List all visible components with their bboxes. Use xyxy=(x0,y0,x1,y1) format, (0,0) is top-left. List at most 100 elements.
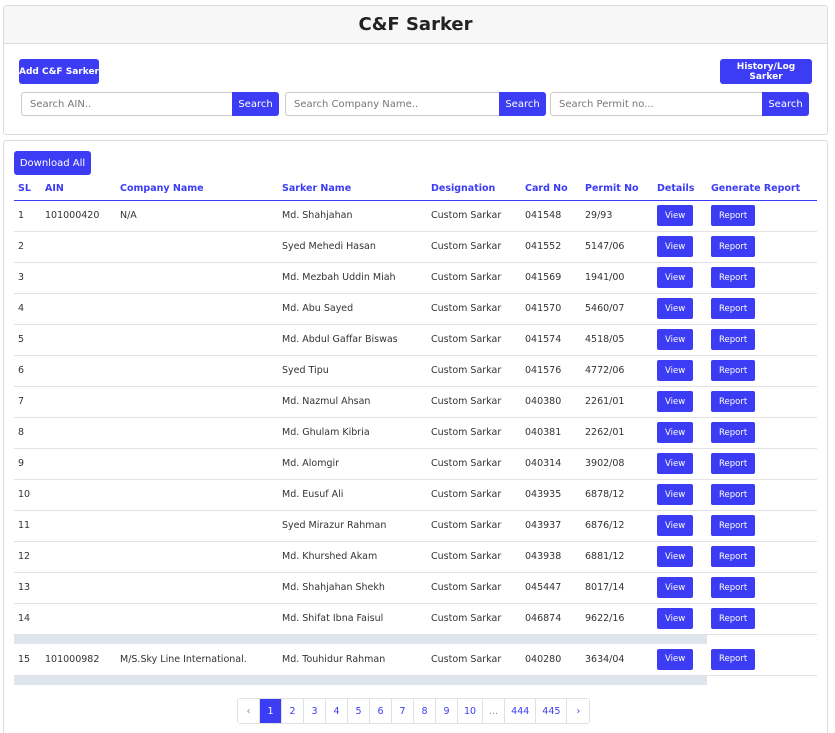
permit-search-button[interactable]: Search xyxy=(762,92,809,116)
view-button[interactable]: View xyxy=(657,484,694,505)
table-row: 12 Md. Khurshed Akam Custom Sarkar 043938 68… xyxy=(14,541,817,573)
report-button[interactable]: Report xyxy=(711,298,756,319)
cell-card-no: 040280 xyxy=(521,644,581,676)
report-button[interactable]: Report xyxy=(711,422,756,443)
company-search-button[interactable]: Search xyxy=(499,92,546,116)
view-button-cell: View xyxy=(653,324,707,356)
cell-card-no: 041548 xyxy=(521,200,581,232)
cell-sl: 12 xyxy=(14,541,41,573)
add-sarker-button[interactable]: Add C&F Sarker xyxy=(19,59,99,84)
cell-sarker-name: Syed Mehedi Hasan xyxy=(278,231,427,263)
cell-card-no: 041552 xyxy=(521,231,581,263)
cell-permit-no: 4772/06 xyxy=(581,355,653,387)
view-button[interactable]: View xyxy=(657,267,694,288)
report-button[interactable]: Report xyxy=(711,484,756,505)
cell-designation: Custom Sarkar xyxy=(427,200,521,232)
header-ain: AIN xyxy=(41,177,116,201)
cell-designation: Custom Sarkar xyxy=(427,541,521,573)
pagination-page[interactable]: 2 xyxy=(282,699,304,723)
table-row: 9 Md. Alomgir Custom Sarkar 040314 3902/08 Vi… xyxy=(14,448,817,480)
cell-ain xyxy=(41,293,116,325)
report-button[interactable]: Report xyxy=(711,391,756,412)
cell-permit-no: 6881/12 xyxy=(581,541,653,573)
permit-search-input[interactable] xyxy=(550,92,762,116)
table-row: 7 Md. Nazmul Ahsan Custom Sarkar 040380 2261… xyxy=(14,386,817,418)
cell-company-name: M/S.Sky Line International. xyxy=(116,644,278,676)
view-button[interactable]: View xyxy=(657,422,694,443)
table-row: 6 Syed Tipu Custom Sarkar 041576 4772/06 View… xyxy=(14,355,817,387)
report-button[interactable]: Report xyxy=(711,577,756,598)
report-button[interactable]: Report xyxy=(711,608,756,629)
header-company-name: Company Name xyxy=(116,177,278,201)
report-button[interactable]: Report xyxy=(711,329,756,350)
table-row: 10 Md. Eusuf Ali Custom Sarkar 043935 6878/1… xyxy=(14,479,817,511)
pagination-page[interactable]: 445 xyxy=(536,699,568,723)
report-button[interactable]: Report xyxy=(711,267,756,288)
history-log-button[interactable]: History/Log Sarker xyxy=(720,59,812,84)
ain-search-input[interactable] xyxy=(21,92,232,116)
pagination-page[interactable]: 9 xyxy=(436,699,458,723)
pagination-page[interactable]: 8 xyxy=(414,699,436,723)
pagination-page[interactable]: 444 xyxy=(505,699,537,723)
view-button[interactable]: View xyxy=(657,577,694,598)
ain-search-button[interactable]: Search xyxy=(232,92,279,116)
view-button[interactable]: View xyxy=(657,205,694,226)
pagination-page[interactable]: 3 xyxy=(304,699,326,723)
view-button[interactable]: View xyxy=(657,648,694,670)
view-button-cell: View xyxy=(653,541,707,573)
page-header: C&F Sarker xyxy=(4,6,827,44)
cell-permit-no: 29/93 xyxy=(581,200,653,232)
report-button[interactable]: Report xyxy=(711,205,756,226)
pagination-page[interactable]: 6 xyxy=(370,699,392,723)
view-button[interactable]: View xyxy=(657,236,694,257)
cell-sarker-name: Md. Shifat Ibna Faisul xyxy=(278,603,427,635)
report-button[interactable]: Report xyxy=(711,515,756,536)
view-button[interactable]: View xyxy=(657,391,694,412)
cell-designation: Custom Sarkar xyxy=(427,603,521,635)
report-button-cell: Report xyxy=(707,448,817,480)
cell-sarker-name: Md. Mezbah Uddin Miah xyxy=(278,262,427,294)
pagination-prev[interactable]: ‹ xyxy=(238,699,260,723)
cell-ain: 101000420 xyxy=(41,200,116,232)
cell-sarker-name: Md. Abdul Gaffar Biswas xyxy=(278,324,427,356)
cell-ain xyxy=(41,572,116,604)
header-sarker-name: Sarker Name xyxy=(278,177,427,201)
view-button[interactable]: View xyxy=(657,298,694,319)
pagination-page[interactable]: 10 xyxy=(458,699,484,723)
view-button[interactable]: View xyxy=(657,515,694,536)
cell-permit-no: 3902/08 xyxy=(581,448,653,480)
pagination-page[interactable]: 5 xyxy=(348,699,370,723)
report-button[interactable]: Report xyxy=(711,453,756,474)
cell-sl: 7 xyxy=(14,386,41,418)
view-button[interactable]: View xyxy=(657,546,694,567)
table-row: 15 101000982 M/S.Sky Line International. Md… xyxy=(14,644,817,676)
report-button[interactable]: Report xyxy=(711,546,756,567)
header-designation: Designation xyxy=(427,177,521,201)
cell-permit-no: 5460/07 xyxy=(581,293,653,325)
page-title: C&F Sarker xyxy=(358,14,473,35)
header-permit-no: Permit No xyxy=(581,177,653,201)
cell-card-no: 041576 xyxy=(521,355,581,387)
view-button[interactable]: View xyxy=(657,453,694,474)
pagination-page[interactable]: 7 xyxy=(392,699,414,723)
permit-search-group: Search xyxy=(550,92,809,116)
company-search-input[interactable] xyxy=(285,92,499,116)
cell-card-no: 041569 xyxy=(521,262,581,294)
pagination-page[interactable]: 1 xyxy=(260,699,282,723)
pagination-page[interactable]: 4 xyxy=(326,699,348,723)
cell-permit-no: 6876/12 xyxy=(581,510,653,542)
report-button[interactable]: Report xyxy=(711,648,756,670)
pagination-ellipsis[interactable]: ... xyxy=(483,699,506,723)
report-button[interactable]: Report xyxy=(711,236,756,257)
cell-designation: Custom Sarkar xyxy=(427,231,521,263)
table-row: 3 Md. Mezbah Uddin Miah Custom Sarkar 04156… xyxy=(14,262,817,294)
download-all-button[interactable]: Download All xyxy=(14,151,91,175)
pagination-next[interactable]: › xyxy=(567,699,590,723)
cell-sl: 3 xyxy=(14,262,41,294)
cell-card-no: 041574 xyxy=(521,324,581,356)
view-button[interactable]: View xyxy=(657,608,694,629)
table-row: 8 Md. Ghulam Kibria Custom Sarkar 040381 226… xyxy=(14,417,817,449)
report-button[interactable]: Report xyxy=(711,360,756,381)
view-button[interactable]: View xyxy=(657,329,694,350)
view-button[interactable]: View xyxy=(657,360,694,381)
